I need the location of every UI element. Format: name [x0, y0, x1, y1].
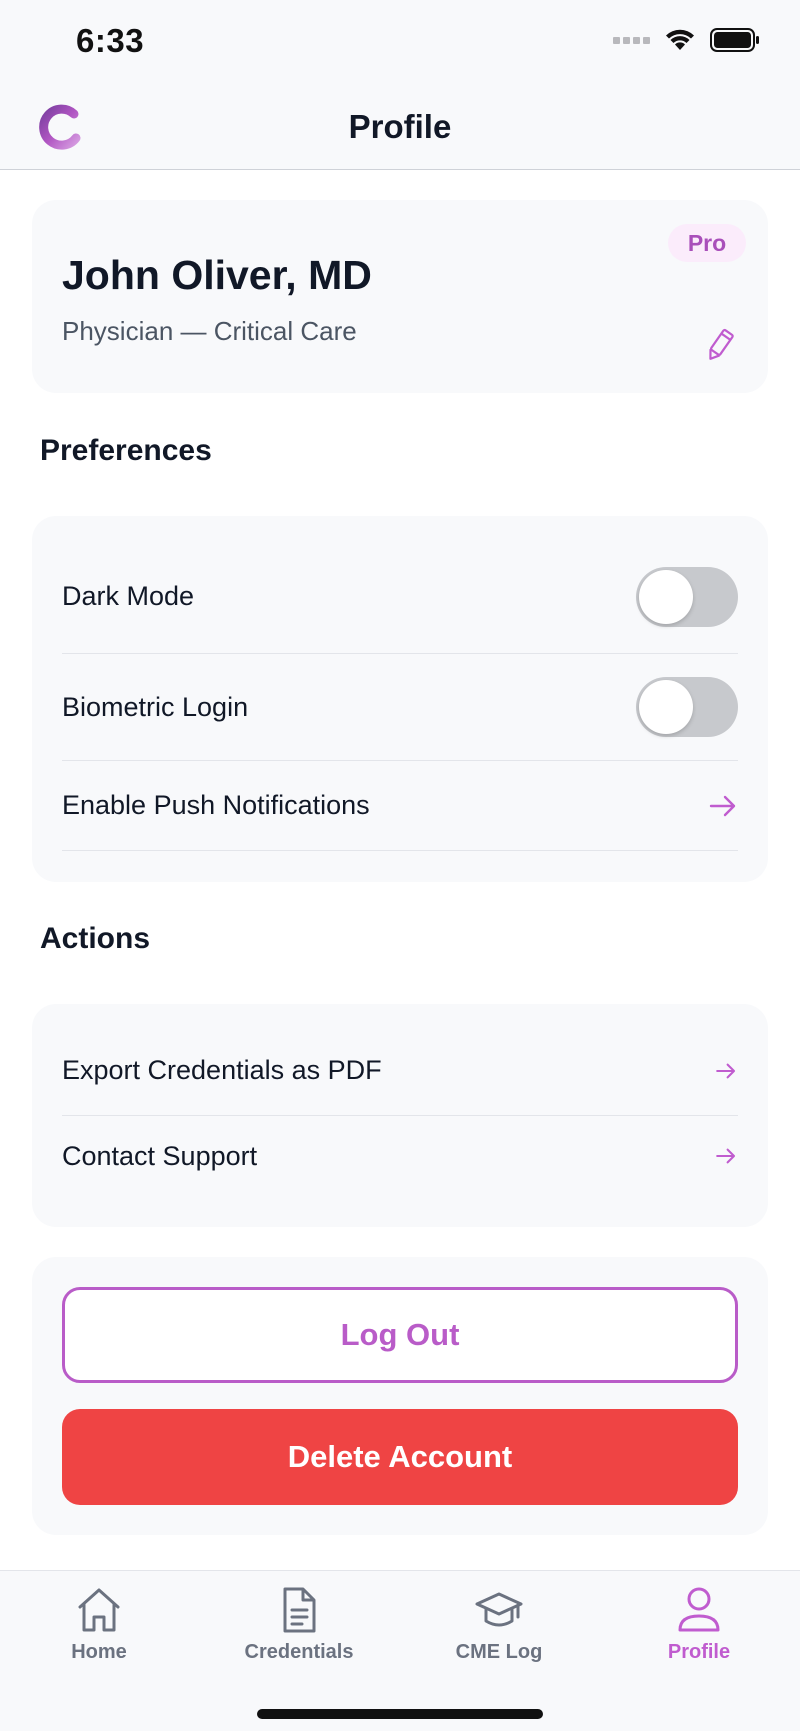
home-indicator	[257, 1709, 543, 1719]
wifi-icon	[666, 29, 694, 50]
page-title: Profile	[348, 108, 452, 145]
tab-home[interactable]: Home	[29, 1585, 169, 1664]
contact-support-row[interactable]: Contact Support	[62, 1116, 738, 1196]
tab-profile-label: Profile	[667, 1641, 731, 1663]
toggle-knob	[639, 569, 693, 624]
biometric-login-toggle[interactable]	[636, 677, 738, 737]
profile-card: Pro John Oliver, MD Physician — Critical…	[32, 200, 768, 393]
tab-cme-log[interactable]: CME Log	[429, 1585, 569, 1664]
status-time: 6:33	[76, 22, 145, 59]
push-notifications-label: Enable Push Notifications	[62, 790, 370, 820]
arrow-right-icon	[716, 1148, 736, 1164]
user-icon	[678, 1587, 720, 1632]
arrow-right-icon	[716, 1063, 736, 1078]
account-buttons-card: Log Out Delete Account	[32, 1257, 768, 1535]
home-icon	[78, 1588, 120, 1632]
tab-bar: Home Credentials CME Log Profile	[0, 1570, 800, 1731]
dark-mode-label: Dark Mode	[62, 581, 195, 611]
battery-icon	[710, 28, 759, 52]
cellular-signal-icon	[613, 36, 650, 44]
status-icons	[613, 28, 760, 52]
export-credentials-row[interactable]: Export Credentials as PDF	[62, 1026, 738, 1116]
graduation-cap-icon	[475, 1592, 523, 1627]
biometric-login-label: Biometric Login	[62, 691, 249, 722]
push-notifications-row[interactable]: Enable Push Notifications	[62, 761, 738, 851]
plan-badge: Pro	[668, 224, 746, 262]
dark-mode-toggle[interactable]	[636, 566, 738, 627]
nav-bar: Profile	[0, 88, 800, 170]
preferences-card: Dark Mode Biometric Login Enable Push No…	[32, 516, 768, 882]
status-bar: 6:33	[0, 0, 800, 88]
preferences-heading: Preferences	[40, 434, 212, 467]
contact-support-label: Contact Support	[62, 1140, 258, 1171]
tab-credentials[interactable]: Credentials	[229, 1585, 369, 1664]
logout-button[interactable]: Log Out	[62, 1287, 738, 1383]
arrow-right-icon	[709, 795, 736, 816]
dark-mode-row: Dark Mode	[62, 540, 738, 654]
pencil-icon[interactable]	[702, 328, 738, 364]
actions-heading: Actions	[40, 922, 151, 955]
profile-name: John Oliver, MD	[62, 252, 372, 298]
document-icon	[283, 1587, 316, 1633]
tab-credentials-label: Credentials	[244, 1641, 354, 1663]
export-credentials-label: Export Credentials as PDF	[62, 1055, 382, 1085]
toggle-knob	[639, 680, 693, 734]
profile-role: Physician — Critical Care	[62, 316, 357, 346]
tab-profile[interactable]: Profile	[629, 1585, 769, 1664]
biometric-login-row: Biometric Login	[62, 654, 738, 761]
tab-home-label: Home	[71, 1641, 127, 1663]
delete-account-button[interactable]: Delete Account	[62, 1409, 738, 1505]
actions-card: Export Credentials as PDF Contact Suppor…	[32, 1004, 768, 1227]
tab-cme-log-label: CME Log	[455, 1641, 543, 1663]
